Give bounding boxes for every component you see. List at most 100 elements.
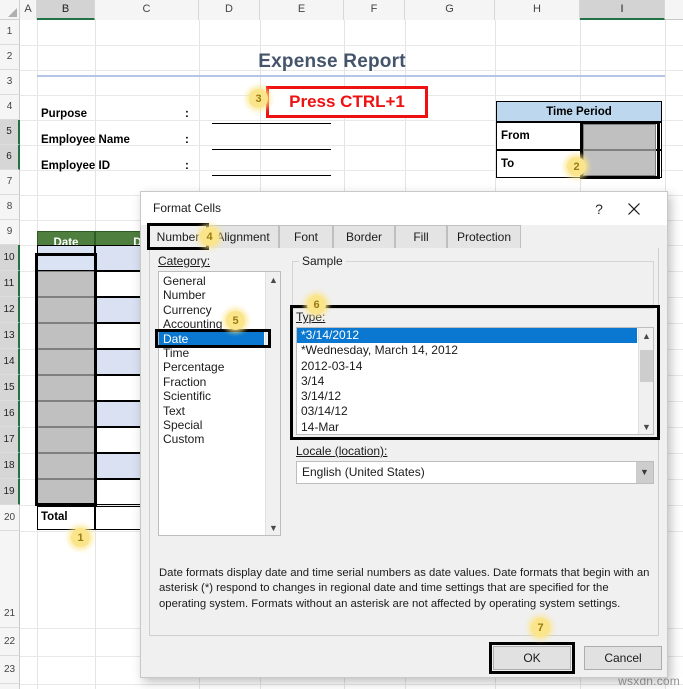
dialog-body: Number Alignment Font Border Fill Protection … bbox=[141, 225, 667, 677]
column-header-strip: ABCDEFGHI bbox=[20, 0, 683, 20]
date-cell-row-19[interactable] bbox=[37, 479, 95, 505]
select-all-corner[interactable] bbox=[0, 0, 20, 20]
ok-button[interactable]: OK bbox=[493, 646, 571, 670]
date-cell-row-10[interactable] bbox=[37, 245, 95, 271]
column-header-b[interactable]: B bbox=[37, 0, 95, 20]
category-scrollbar[interactable]: ▲ ▼ bbox=[265, 272, 280, 535]
row-header-21[interactable]: 21 bbox=[0, 600, 20, 628]
type-item[interactable]: 3/14 bbox=[297, 374, 637, 389]
row-header-17[interactable]: 17 bbox=[0, 427, 20, 453]
field-label-employee-id: Employee ID bbox=[41, 160, 111, 172]
close-icon[interactable] bbox=[621, 197, 647, 221]
column-header-g[interactable]: G bbox=[405, 0, 495, 20]
type-scrollbar[interactable]: ▲ ▼ bbox=[638, 328, 653, 434]
row-header-3[interactable]: 3 bbox=[0, 70, 20, 95]
locale-combobox[interactable]: English (United States) ▼ bbox=[296, 461, 654, 484]
type-item[interactable]: 14-Mar bbox=[297, 420, 637, 434]
category-item-currency[interactable]: Currency bbox=[159, 303, 264, 317]
category-item-number[interactable]: Number bbox=[159, 288, 264, 302]
category-item-accounting[interactable]: Accounting bbox=[159, 317, 264, 331]
category-listbox[interactable]: General Number Currency Accounting Date Time P… bbox=[158, 271, 281, 536]
category-label-text: Category: bbox=[158, 254, 211, 268]
row-header-23[interactable]: 23 bbox=[0, 656, 20, 684]
column-header-h[interactable]: H bbox=[495, 0, 580, 20]
row-header-2[interactable]: 2 bbox=[0, 45, 20, 70]
chevron-down-icon[interactable]: ▼ bbox=[636, 462, 653, 483]
scroll-up-icon[interactable]: ▲ bbox=[266, 272, 280, 287]
type-listbox[interactable]: *3/14/2012 *Wednesday, March 14, 2012 2012… bbox=[296, 327, 654, 435]
category-item-general[interactable]: General bbox=[159, 274, 264, 288]
row-header-15[interactable]: 15 bbox=[0, 375, 20, 401]
tab-protection[interactable]: Protection bbox=[447, 225, 521, 248]
tab-fill[interactable]: Fill bbox=[395, 225, 447, 248]
select-all-triangle-icon bbox=[8, 8, 17, 17]
row-header-19[interactable]: 19 bbox=[0, 479, 20, 505]
date-cell-row-11[interactable] bbox=[37, 271, 95, 297]
time-period-to-cell[interactable] bbox=[583, 150, 656, 176]
type-item[interactable]: 03/14/12 bbox=[297, 404, 637, 419]
field-input-employee-id[interactable] bbox=[212, 175, 331, 176]
category-item-time[interactable]: Time bbox=[159, 346, 264, 360]
time-period-header: Time Period bbox=[496, 101, 662, 122]
field-colon-employee-name: : bbox=[185, 134, 189, 146]
row-header-11[interactable]: 11 bbox=[0, 271, 20, 297]
row-header-22[interactable]: 22 bbox=[0, 628, 20, 656]
date-cell-row-17[interactable] bbox=[37, 427, 95, 453]
category-item-custom[interactable]: Custom bbox=[159, 432, 264, 446]
row-header-14[interactable]: 14 bbox=[0, 349, 20, 375]
category-item-date[interactable]: Date bbox=[159, 331, 264, 347]
field-label-purpose: Purpose bbox=[41, 108, 88, 120]
scroll-up-icon[interactable]: ▲ bbox=[639, 328, 653, 343]
category-item-scientific[interactable]: Scientific bbox=[159, 389, 264, 403]
row-header-8[interactable]: 8 bbox=[0, 195, 20, 220]
column-header-f[interactable]: F bbox=[344, 0, 405, 20]
category-item-text[interactable]: Text bbox=[159, 404, 264, 418]
cancel-button[interactable]: Cancel bbox=[584, 646, 662, 670]
date-cell-row-15[interactable] bbox=[37, 375, 95, 401]
row-header-4[interactable]: 4 bbox=[0, 95, 20, 120]
row-header-13[interactable]: 13 bbox=[0, 323, 20, 349]
row-header-6[interactable]: 6 bbox=[0, 145, 20, 170]
time-period-from-cell[interactable] bbox=[583, 124, 656, 150]
row-header-16[interactable]: 16 bbox=[0, 401, 20, 427]
column-header-c[interactable]: C bbox=[95, 0, 199, 20]
date-cell-row-16[interactable] bbox=[37, 401, 95, 427]
date-cell-row-12[interactable] bbox=[37, 297, 95, 323]
row-header-9[interactable]: 9 bbox=[0, 220, 20, 245]
tab-font[interactable]: Font bbox=[279, 225, 333, 248]
column-header-a[interactable]: A bbox=[20, 0, 37, 20]
scrollbar-thumb[interactable] bbox=[640, 350, 653, 382]
row-header-10[interactable]: 10 bbox=[0, 245, 20, 271]
field-input-employee-name[interactable] bbox=[212, 149, 331, 150]
column-header-e[interactable]: E bbox=[260, 0, 344, 20]
category-item-special[interactable]: Special bbox=[159, 418, 264, 432]
tab-border[interactable]: Border bbox=[333, 225, 395, 248]
category-item-fraction[interactable]: Fraction bbox=[159, 375, 264, 389]
row-header-18[interactable]: 18 bbox=[0, 453, 20, 479]
row-header-1[interactable]: 1 bbox=[0, 20, 20, 45]
help-icon[interactable]: ? bbox=[587, 197, 611, 221]
step-badge-1: 1 bbox=[71, 528, 90, 547]
date-cell-row-18[interactable] bbox=[37, 453, 95, 479]
locale-label-text: Locale (location): bbox=[296, 444, 388, 458]
row-header-20[interactable]: 20 bbox=[0, 505, 20, 531]
row-header-7[interactable]: 7 bbox=[0, 170, 20, 195]
type-item[interactable]: 3/14/12 bbox=[297, 389, 637, 404]
scroll-down-icon[interactable]: ▼ bbox=[266, 520, 280, 535]
category-item-percentage[interactable]: Percentage bbox=[159, 360, 264, 374]
row-header-5[interactable]: 5 bbox=[0, 120, 20, 145]
row-header-12[interactable]: 12 bbox=[0, 297, 20, 323]
locale-label: Locale (location): bbox=[296, 444, 387, 458]
scroll-down-icon[interactable]: ▼ bbox=[639, 419, 653, 434]
type-item[interactable]: *Wednesday, March 14, 2012 bbox=[297, 343, 637, 358]
type-item[interactable]: *3/14/2012 bbox=[297, 328, 637, 344]
step-badge-5: 5 bbox=[226, 311, 245, 330]
field-input-purpose[interactable] bbox=[212, 123, 331, 124]
tab-number[interactable]: Number bbox=[149, 225, 207, 248]
press-ctrl-1-callout: Press CTRL+1 bbox=[266, 86, 428, 118]
column-header-d[interactable]: D bbox=[199, 0, 260, 20]
date-cell-row-13[interactable] bbox=[37, 323, 95, 349]
column-header-i[interactable]: I bbox=[580, 0, 665, 20]
type-item[interactable]: 2012-03-14 bbox=[297, 359, 637, 374]
date-cell-row-14[interactable] bbox=[37, 349, 95, 375]
